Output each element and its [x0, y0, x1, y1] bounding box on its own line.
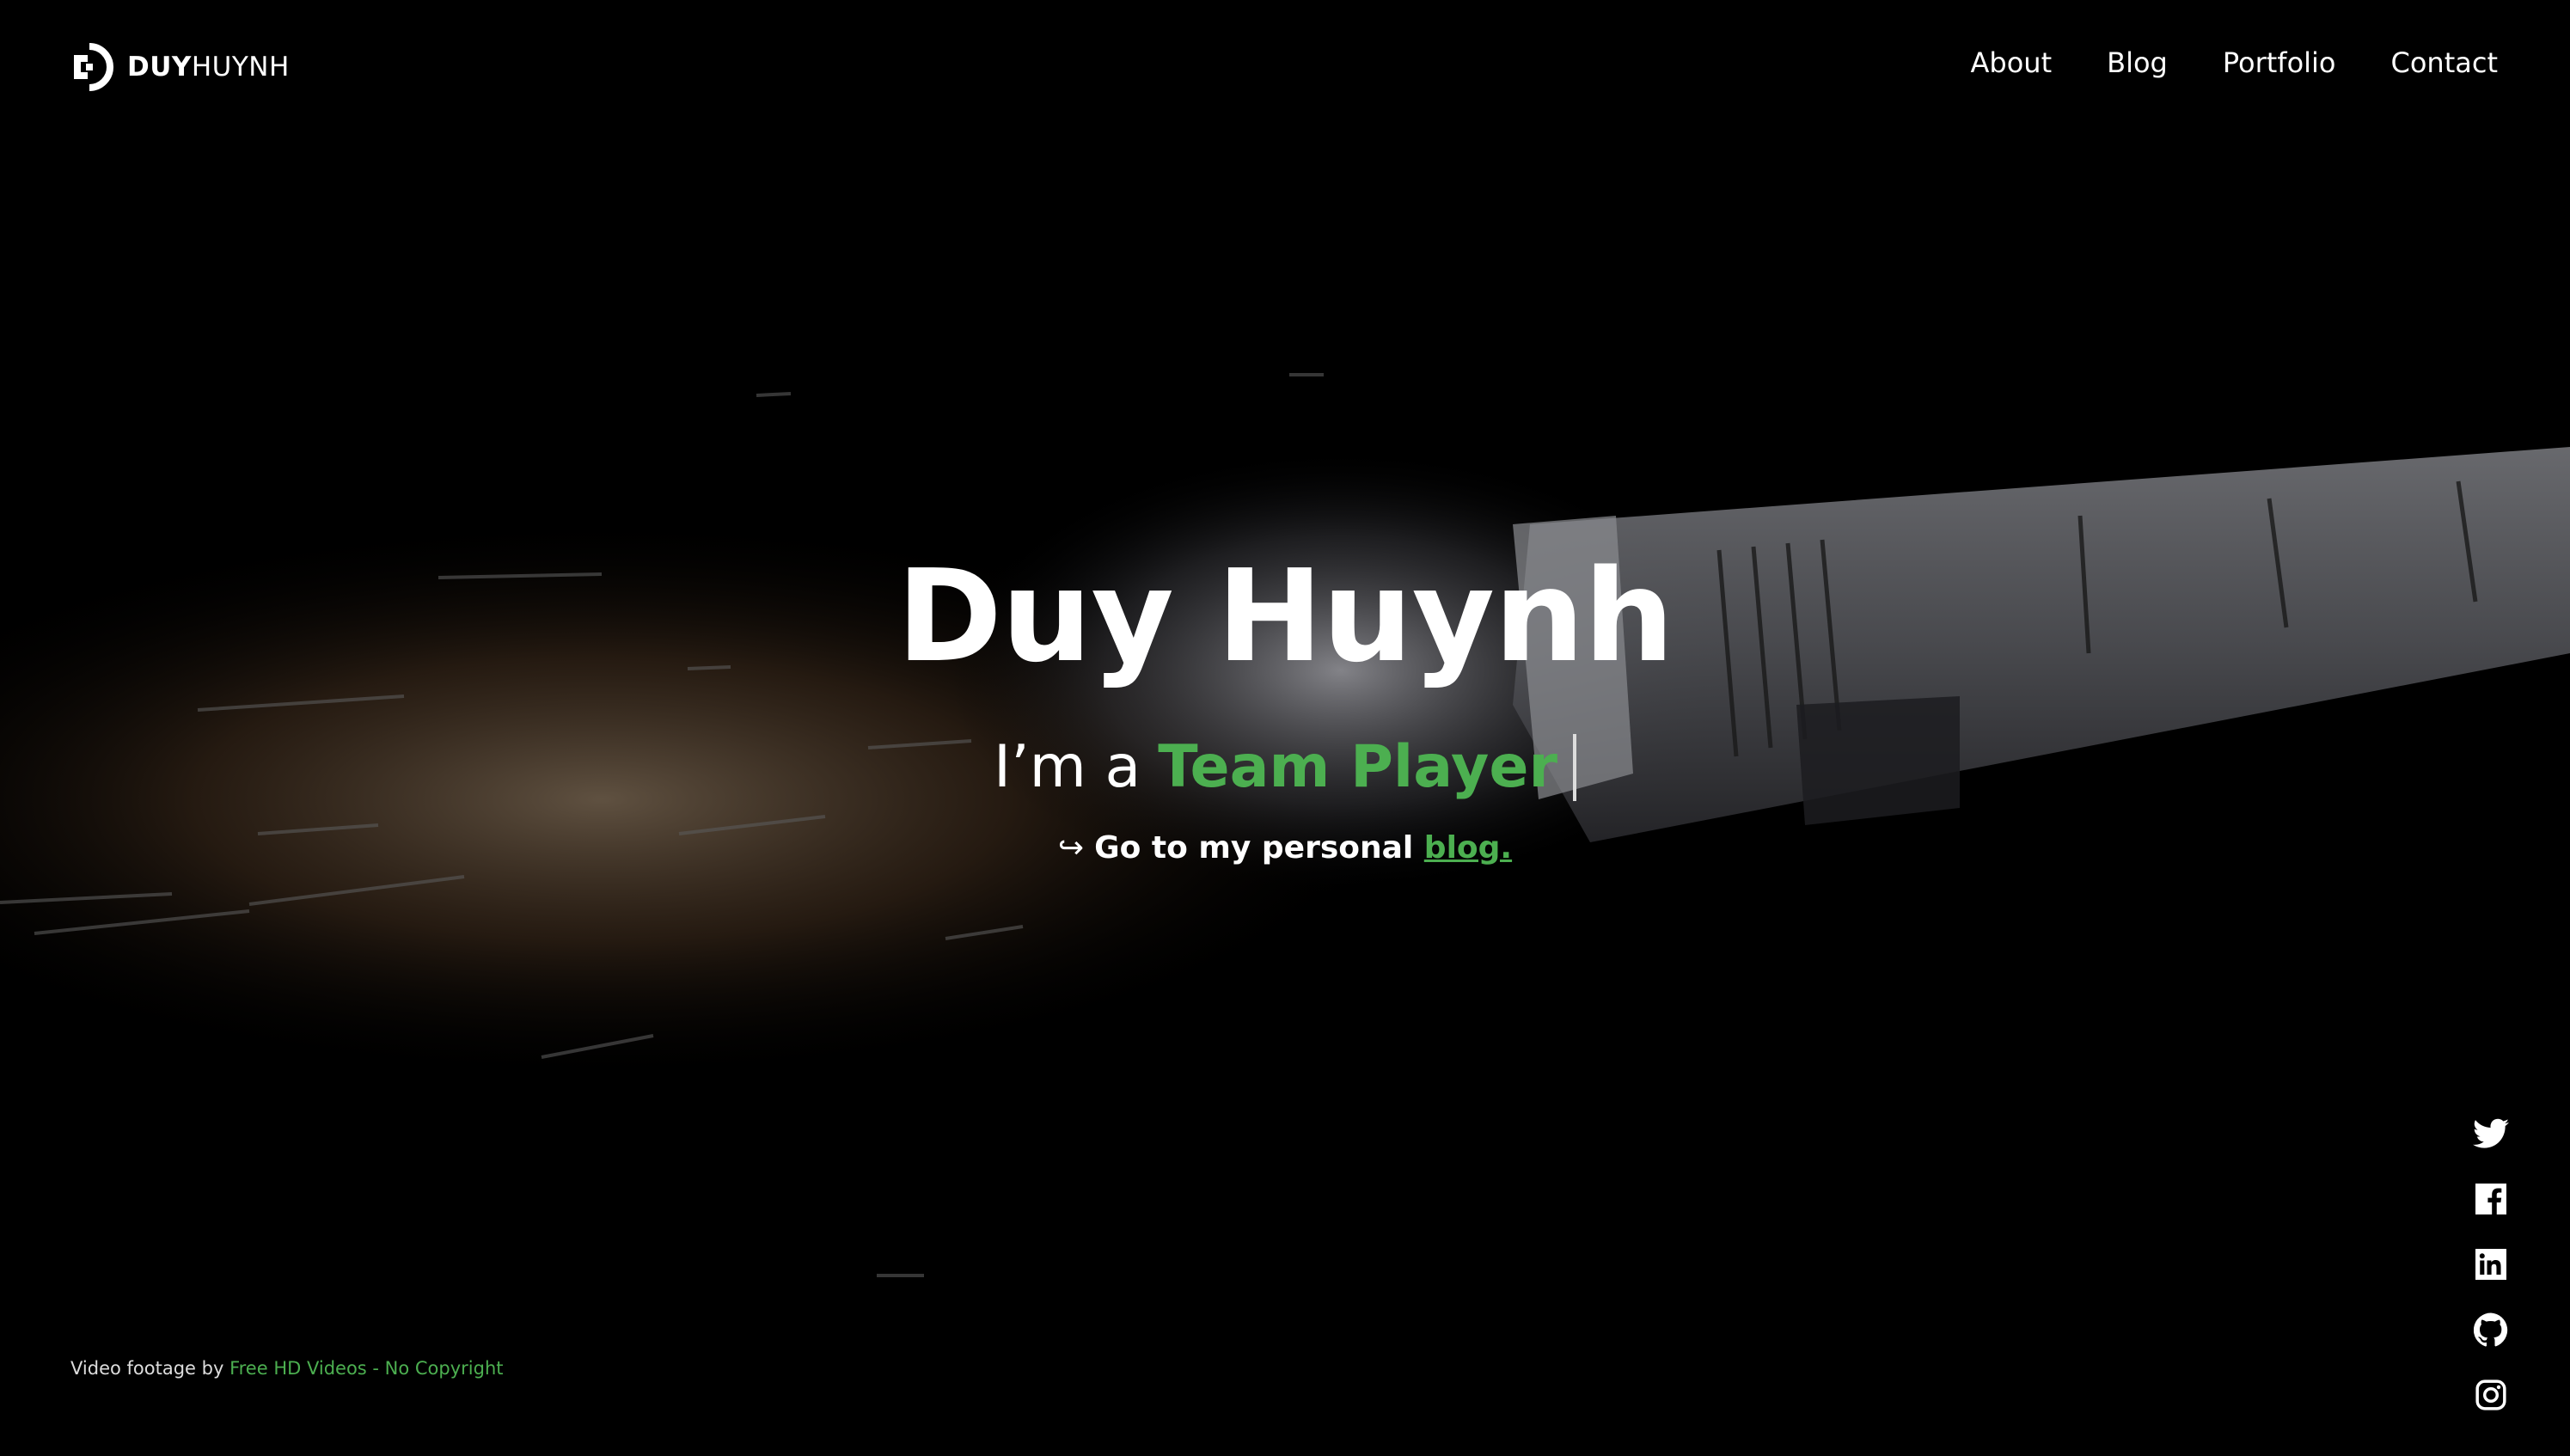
nav-blog[interactable]: Blog: [2107, 46, 2168, 79]
tagline-prefix: I’m a: [993, 733, 1141, 802]
hero-name: Duy Huynh: [896, 542, 1674, 690]
instagram-icon[interactable]: [2472, 1379, 2510, 1411]
credit-prefix: Video footage by: [70, 1358, 224, 1379]
blog-callout: ↪ Go to my personal blog.: [0, 830, 2570, 866]
blog-link[interactable]: blog.: [1424, 830, 1512, 866]
nav-contact[interactable]: Contact: [2391, 46, 2499, 79]
site-header: DUYHUYNH About Blog Portfolio Contact: [0, 0, 2570, 138]
linkedin-icon[interactable]: [2472, 1248, 2510, 1281]
credit-link[interactable]: Free HD Videos - No Copyright: [229, 1358, 503, 1379]
typing-cursor: [1573, 733, 1576, 801]
logo[interactable]: DUYHUYNH: [72, 43, 290, 91]
tagline-role: Team Player: [1158, 733, 1557, 802]
main-nav: About Blog Portfolio Contact: [1971, 46, 2498, 79]
hero-tagline: I’m a Team Player: [0, 733, 2570, 801]
github-icon[interactable]: [2472, 1312, 2510, 1347]
nav-portfolio[interactable]: Portfolio: [2223, 46, 2336, 79]
twitter-icon[interactable]: [2472, 1117, 2510, 1150]
nav-about[interactable]: About: [1971, 46, 2053, 79]
hero: Duy Huynh I’m a Team Player ↪ Go to my pe…: [0, 542, 2570, 866]
blog-prefix: Go to my personal: [1094, 830, 1414, 866]
video-credit: Video footage by Free HD Videos - No Cop…: [70, 1358, 504, 1379]
social-links: [2472, 1117, 2510, 1411]
logo-text: DUYHUYNH: [127, 52, 290, 83]
logo-mark-icon: [74, 43, 113, 91]
facebook-icon[interactable]: [2472, 1183, 2510, 1215]
return-arrow-icon: ↪: [1057, 830, 1085, 866]
